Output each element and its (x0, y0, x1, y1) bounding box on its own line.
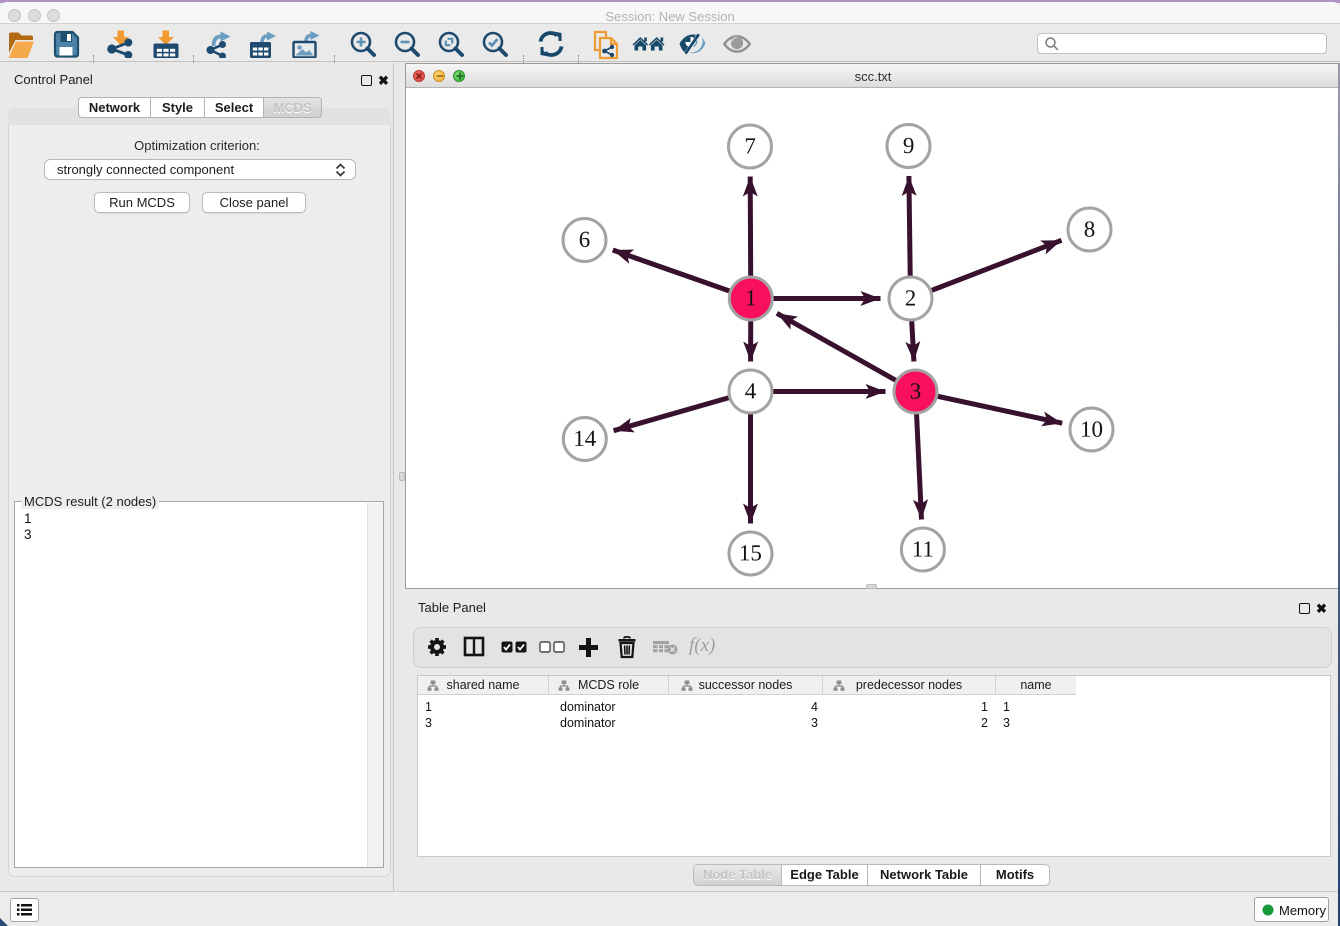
svg-text:4: 4 (745, 378, 757, 403)
svg-text:3: 3 (910, 379, 922, 404)
svg-text:6: 6 (579, 227, 591, 252)
svg-text:9: 9 (903, 133, 915, 158)
svg-text:14: 14 (573, 426, 597, 451)
svg-text:8: 8 (1084, 217, 1096, 242)
svg-text:10: 10 (1080, 417, 1103, 442)
svg-text:15: 15 (739, 540, 762, 565)
svg-text:1: 1 (745, 285, 757, 310)
svg-text:2: 2 (905, 286, 917, 311)
svg-text:7: 7 (744, 133, 756, 158)
svg-text:11: 11 (912, 537, 934, 562)
